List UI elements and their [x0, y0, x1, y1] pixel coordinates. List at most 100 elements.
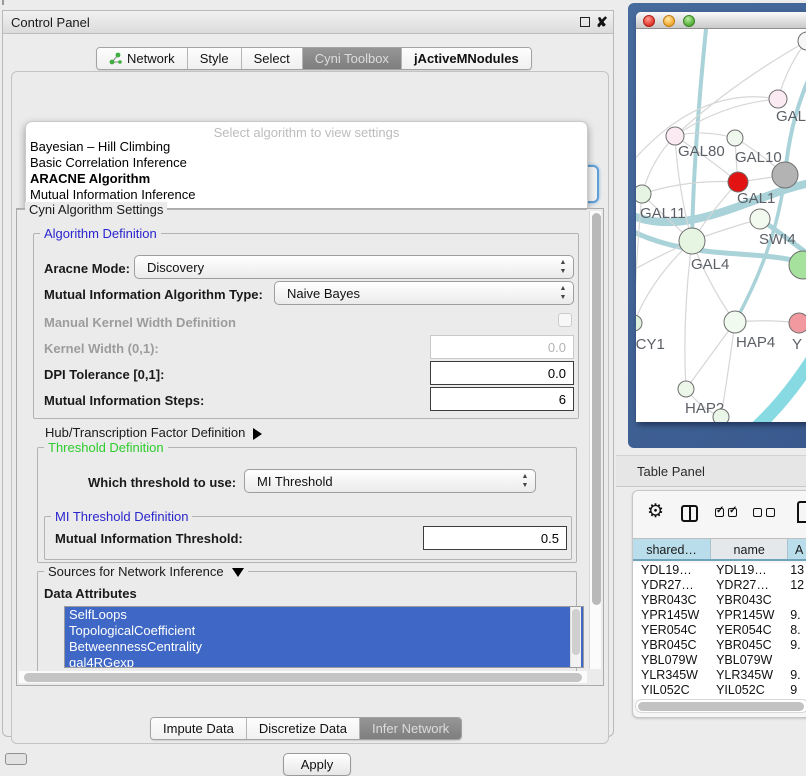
attribute-item[interactable]: TopologicalCoefficient: [65, 623, 583, 639]
network-node[interactable]: [713, 409, 729, 422]
algorithm-definition-title: Algorithm Definition: [40, 226, 161, 241]
table-cell: YDR27…: [708, 578, 782, 593]
network-node-gal10[interactable]: [727, 130, 743, 146]
mi-type-combo[interactable]: Naive Bayes ▲▼: [274, 281, 574, 305]
node-label: GCY1: [636, 336, 665, 353]
sources-title[interactable]: Sources for Network Inference: [44, 564, 248, 579]
tab-label: Select: [254, 51, 290, 66]
table-row[interactable]: YBR045CYBR045C9.: [633, 638, 806, 653]
network-node-gal1[interactable]: [728, 172, 748, 192]
network-edge: [686, 322, 735, 389]
network-node-swi4[interactable]: [750, 209, 770, 229]
mi-threshold-field[interactable]: 0.5: [423, 526, 567, 550]
network-canvas[interactable]: GALGAL80GAL10GAL1GAL11SWI4GAL4GCY1HAP4YH…: [636, 29, 806, 422]
network-node[interactable]: [798, 32, 806, 50]
mi-threshold-label: Mutual Information Threshold:: [55, 531, 243, 546]
table-row[interactable]: YIL052CYIL052C9: [633, 683, 806, 698]
tab-cyni-toolbox[interactable]: Cyni Toolbox: [303, 48, 402, 69]
tab-discretize-data[interactable]: Discretize Data: [247, 718, 360, 739]
table-row[interactable]: YBL079WYBL079W: [633, 653, 806, 668]
settings-horizontal-scrollbar[interactable]: [19, 671, 587, 683]
table-cell: YER054C: [708, 623, 782, 638]
tab-label: Cyni Toolbox: [315, 51, 389, 66]
close-icon[interactable]: ✘: [596, 14, 608, 31]
control-panel-window: Control Panel ✘ NetworkStyle Select Cyni T…: [2, 10, 614, 737]
table-row[interactable]: YER054CYER054C8.: [633, 623, 806, 638]
table-cell: YIL052C: [633, 683, 708, 698]
network-node[interactable]: [789, 251, 806, 279]
control-panel-title: Control Panel: [11, 15, 90, 30]
network-window-titlebar[interactable]: [636, 12, 806, 29]
stepper-icon: ▲▼: [519, 472, 531, 492]
columns-icon[interactable]: [681, 505, 698, 522]
apply-button[interactable]: Apply: [283, 753, 351, 776]
network-window: GALGAL80GAL10GAL1GAL11SWI4GAL4GCY1HAP4YH…: [636, 12, 806, 422]
table-rows: YDL19…YDL19…13YDR27…YDR27…12YBR043CYBR04…: [633, 563, 806, 699]
network-node-hap4[interactable]: [724, 311, 746, 333]
algorithm-option[interactable]: Bayesian – Hill Climbing: [26, 139, 587, 155]
column-header-shared…[interactable]: shared…: [633, 539, 711, 559]
cyni-settings-scrollpane: Cyni Algorithm Settings Algorithm Defini…: [16, 208, 604, 686]
tab-network[interactable]: Network: [97, 48, 188, 69]
mi-steps-label: Mutual Information Steps:: [44, 393, 204, 408]
tab-jactivemnodules[interactable]: jActiveMNodules: [402, 48, 531, 69]
stepper-icon: ▲▼: [557, 284, 569, 304]
table-row[interactable]: YPR145WYPR145W9.: [633, 608, 806, 623]
mi-type-value: Naive Bayes: [287, 286, 360, 301]
minimize-traffic-light-icon[interactable]: [663, 15, 675, 27]
dpi-tolerance-field[interactable]: 0.0: [430, 361, 574, 385]
table-horizontal-scrollbar[interactable]: [635, 699, 806, 713]
network-node-gcy1[interactable]: [636, 315, 642, 331]
gear-icon[interactable]: ⚙: [647, 500, 664, 523]
column-header-name[interactable]: name: [711, 539, 788, 559]
table-cell: 12: [782, 578, 806, 593]
manual-kernel-checkbox[interactable]: [558, 313, 572, 327]
table-row[interactable]: YDR27…YDR27…12: [633, 578, 806, 593]
float-icon[interactable]: [580, 17, 590, 27]
network-node-gal4[interactable]: [679, 228, 705, 254]
network-node-gal11[interactable]: [636, 185, 651, 203]
which-threshold-combo[interactable]: MI Threshold ▲▼: [244, 469, 536, 493]
table-cell: YPR145W: [633, 608, 708, 623]
network-node-hap2[interactable]: [678, 381, 694, 397]
hub-definition-toggle[interactable]: Hub/Transcription Factor Definition: [45, 425, 262, 440]
table-cell: 9.: [782, 608, 806, 623]
table-row[interactable]: YBR043CYBR043C: [633, 593, 806, 608]
mi-steps-field[interactable]: 6: [430, 387, 574, 411]
table-panel: ⚙ shared…nameA YDL19…YDL19…13YDR27…YDR27…: [632, 490, 806, 718]
tab-select[interactable]: Select: [242, 48, 303, 69]
zoom-traffic-light-icon[interactable]: [683, 15, 695, 27]
aracne-mode-combo[interactable]: Discovery ▲▼: [134, 255, 574, 279]
document-icon[interactable]: [797, 501, 806, 523]
table-cell: 9.: [782, 638, 806, 653]
algorithm-option[interactable]: ARACNE Algorithm: [26, 171, 587, 187]
algorithm-option[interactable]: Basic Correlation Inference: [26, 155, 587, 171]
unchecked-boxes-icon[interactable]: [753, 508, 775, 517]
tab-style[interactable]: Style: [188, 48, 242, 69]
cyni-settings-group-title: Cyni Algorithm Settings: [25, 202, 167, 217]
close-traffic-light-icon[interactable]: [643, 15, 655, 27]
network-node-y[interactable]: [789, 313, 806, 333]
table-cell: 9.: [782, 668, 806, 683]
checked-boxes-icon[interactable]: [715, 508, 737, 517]
collapsed-panel-button[interactable]: [5, 753, 27, 765]
table-row[interactable]: YDL19…YDL19…13: [633, 563, 806, 578]
tab-infer-network[interactable]: Infer Network: [360, 718, 461, 739]
data-attributes-list[interactable]: SelfLoopsTopologicalCoefficientBetweenne…: [64, 606, 584, 668]
network-node[interactable]: [772, 162, 798, 188]
attribute-item[interactable]: gal4RGexp: [65, 655, 583, 668]
settings-vertical-scrollbar[interactable]: [589, 211, 601, 669]
attribute-item[interactable]: BetweennessCentrality: [65, 639, 583, 655]
threshold-definition-group: Threshold Definition Which threshold to …: [37, 447, 577, 563]
kernel-width-field[interactable]: 0.0: [430, 335, 574, 359]
algorithm-option[interactable]: Mutual Information Inference: [26, 187, 587, 203]
attribute-item[interactable]: SelfLoops: [65, 607, 583, 623]
attributes-list-scrollbar[interactable]: [570, 607, 581, 667]
which-threshold-label: Which threshold to use:: [88, 475, 236, 490]
table-row[interactable]: YLR345WYLR345W9.: [633, 668, 806, 683]
network-node-gal[interactable]: [769, 90, 787, 108]
column-header-A[interactable]: A: [788, 539, 806, 559]
table-header: shared…nameA: [633, 538, 806, 561]
tab-impute-data[interactable]: Impute Data: [151, 718, 247, 739]
table-toolbar: ⚙: [633, 491, 806, 538]
